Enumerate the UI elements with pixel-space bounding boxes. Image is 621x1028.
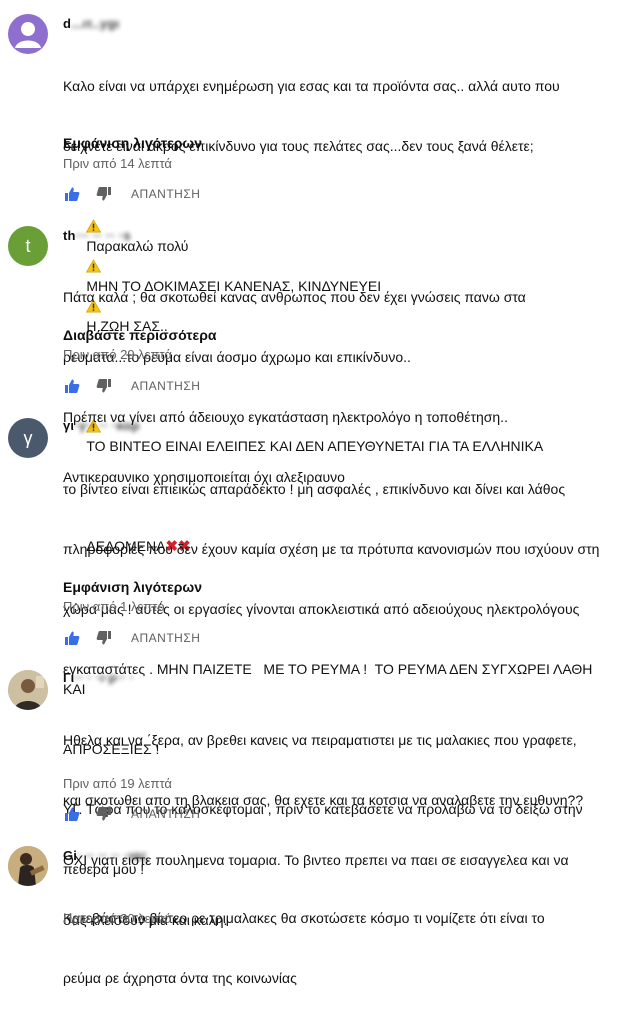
author-name: Γι xyxy=(63,670,75,685)
reply-button[interactable]: ΑΠΑΝΤΗΣΗ xyxy=(131,631,200,645)
comment-actions: ΑΠΑΝΤΗΣΗ xyxy=(63,628,200,648)
avatar-letter: γ xyxy=(23,427,33,448)
reply-button[interactable]: ΑΠΑΝΤΗΣΗ xyxy=(131,187,200,201)
comment-author[interactable]: Γι·· · ·ι·ρ·· · xyxy=(63,670,134,685)
thumbs-up-icon[interactable] xyxy=(63,805,81,823)
comment-line: πληροφορίες που δεν έχουν καμία σχέση με… xyxy=(63,541,600,557)
comment-author[interactable]: γι·γ·· ·· ·κορ xyxy=(63,418,140,433)
thumbs-up-icon[interactable] xyxy=(63,185,81,203)
author-name: γι xyxy=(63,418,75,433)
thumbs-down-icon[interactable] xyxy=(95,377,113,395)
thumbs-up-icon[interactable] xyxy=(63,629,81,647)
user-photo-icon xyxy=(8,846,48,886)
comment-timestamp: Πριν από 30 λεπτά xyxy=(63,911,172,926)
user-photo-icon xyxy=(8,670,48,710)
comment-author[interactable]: th··· ·· ·· ·s xyxy=(63,228,131,243)
author-name-blurred: · ·· ·· ·· ·ιας xyxy=(77,848,148,863)
author-name-blurred: ·· · ·ι·ρ·· · xyxy=(74,670,135,685)
thumbs-down-icon[interactable] xyxy=(95,185,113,203)
comment-line: Ηθελα και να ΄ξερα, αν βρεθει κανεις να … xyxy=(63,732,577,748)
comment-text: Κατεβάστε το βίντεο ρε τριμαλακες θα σκο… xyxy=(63,868,615,1028)
comment-actions: ΑΠΑΝΤΗΣΗ xyxy=(63,376,200,396)
default-user-icon xyxy=(15,22,41,48)
comment-author[interactable]: Gi· ·· ·· ·· ·ιας xyxy=(63,848,148,863)
comment-timestamp: Πριν από 14 λεπτά xyxy=(63,156,172,171)
comment-line: ρεύμα ρε άχρηστα όντα της κοινωνίας xyxy=(63,970,297,986)
author-name: Gi xyxy=(63,848,78,863)
avatar[interactable] xyxy=(8,846,48,886)
author-name-blurred: ··· ·· ·· ·s xyxy=(75,228,131,243)
comment-timestamp: Πριν από 29 λεπτά xyxy=(63,347,172,362)
show-less-button[interactable]: Εμφάνιση λιγότερων xyxy=(63,135,202,151)
avatar[interactable] xyxy=(8,670,48,710)
author-name: th xyxy=(63,228,76,243)
comment-author[interactable]: d...ιτ..ygι xyxy=(63,16,119,31)
author-name-blurred: ·γ·· ·· ·κορ xyxy=(74,418,140,433)
comment-timestamp: Πριν από 1 λεπτό xyxy=(63,599,165,614)
comment-actions: ΑΠΑΝΤΗΣΗ xyxy=(63,184,200,204)
avatar[interactable]: γ xyxy=(8,418,48,458)
comment-actions: ΑΠΑΝΤΗΣΗ xyxy=(63,804,200,824)
thumbs-up-icon[interactable] xyxy=(63,377,81,395)
avatar-letter: t xyxy=(25,235,31,256)
reply-button[interactable]: ΑΠΑΝΤΗΣΗ xyxy=(131,379,200,393)
author-name: d xyxy=(63,16,72,31)
avatar[interactable]: t xyxy=(8,226,48,266)
thumbs-down-icon[interactable] xyxy=(95,629,113,647)
comment-timestamp: Πριν από 19 λεπτά xyxy=(63,776,172,791)
comment-line: Καλο είναι να υπάρχει ενημέρωση για εσας… xyxy=(63,78,560,94)
author-name-blurred: ...ιτ..ygι xyxy=(71,16,120,31)
read-more-button[interactable]: Διαβάστε περισσότερα xyxy=(63,327,216,343)
comment-line: το βίντεο είναι επιεικώς απαράδεκτο ! μη… xyxy=(63,481,566,497)
thumbs-down-icon[interactable] xyxy=(95,805,113,823)
comment-line: Πρέπει να γίνει από άδειουχο εγκατάσταση… xyxy=(63,409,508,425)
reply-button[interactable]: ΑΠΑΝΤΗΣΗ xyxy=(131,807,200,821)
avatar[interactable] xyxy=(8,14,48,54)
show-less-button[interactable]: Εμφάνιση λιγότερων xyxy=(63,579,202,595)
comment-line: Πάτα καλά ; θα σκοτωθεί κανας ανθρωπος π… xyxy=(63,289,526,305)
